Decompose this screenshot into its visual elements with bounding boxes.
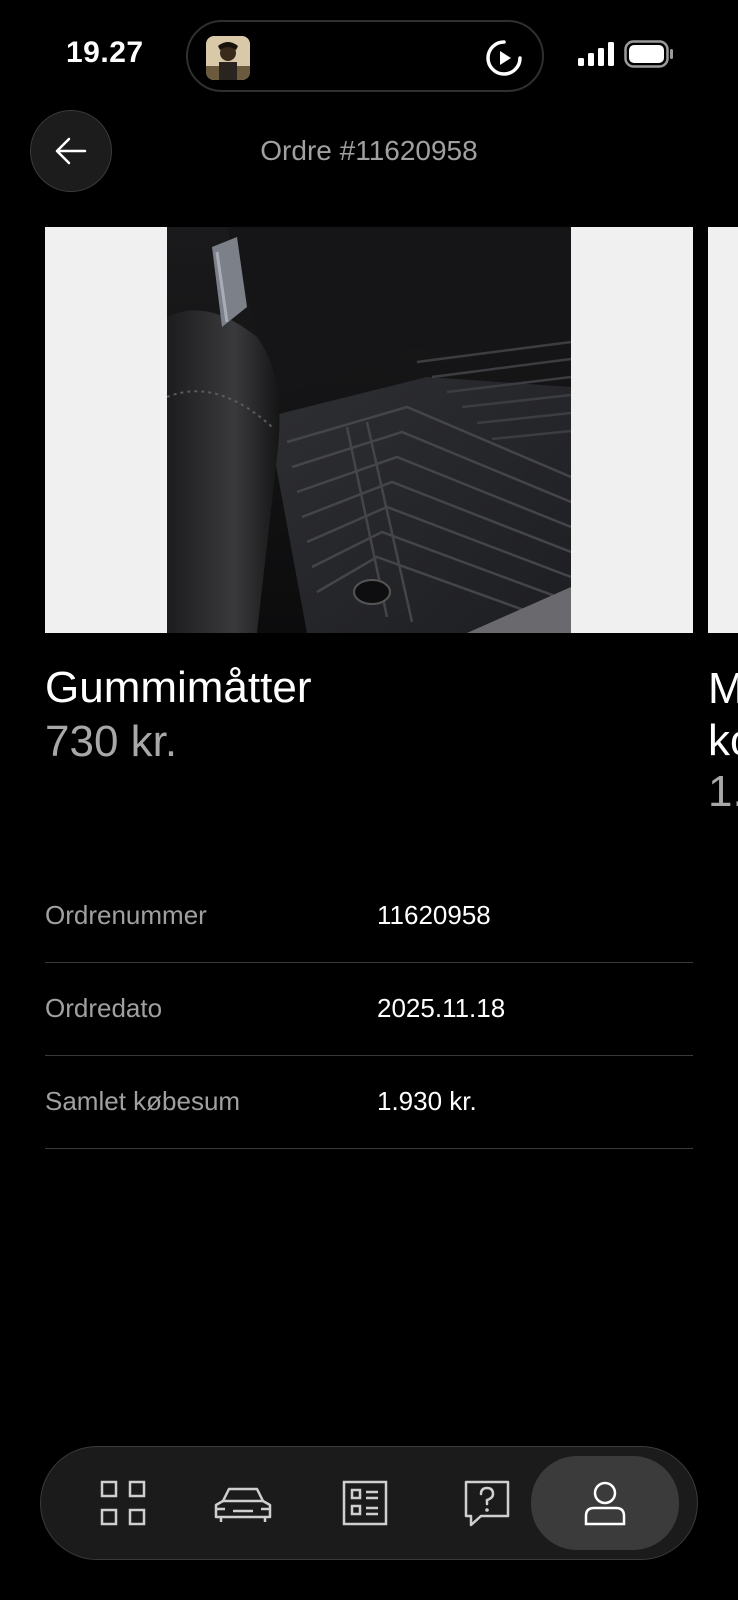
- nav-item-orders[interactable]: [305, 1459, 425, 1547]
- detail-label: Ordrenummer: [45, 900, 207, 930]
- product-name: M ko: [708, 664, 738, 765]
- page-title: Ordre #11620958: [260, 135, 478, 166]
- product-image: [708, 227, 738, 633]
- product-price: 730 kr.: [45, 717, 178, 766]
- rubber-mat-photo: [167, 227, 571, 633]
- profile-icon: [584, 1481, 626, 1526]
- product-carousel[interactable]: Gummimåtter 730 kr. M ko 1.2: [45, 227, 738, 847]
- bottom-nav: [40, 1446, 698, 1560]
- product-name: Gummimåtter: [45, 663, 312, 712]
- help-icon: [464, 1480, 510, 1527]
- dynamic-island[interactable]: [186, 20, 544, 92]
- list-icon: [342, 1480, 388, 1526]
- detail-row-order-date: Ordredato 2025.11.18: [45, 963, 693, 1056]
- play-icon[interactable]: [484, 38, 524, 78]
- product-card[interactable]: Gummimåtter 730 kr.: [45, 227, 693, 766]
- nav-item-help[interactable]: [427, 1459, 547, 1547]
- detail-value: 2025.11.18: [377, 993, 506, 1023]
- detail-row-total: Samlet købesum 1.930 kr.: [45, 1056, 693, 1149]
- product-image: [45, 227, 693, 633]
- nav-item-car[interactable]: [183, 1459, 303, 1547]
- nav-item-home[interactable]: [63, 1459, 183, 1547]
- detail-value: 11620958: [377, 900, 491, 930]
- detail-value: 1.930 kr.: [377, 1086, 477, 1116]
- product-price: 1.2: [708, 767, 738, 816]
- grid-icon: [100, 1480, 146, 1526]
- cellular-signal-icon: [578, 42, 614, 66]
- detail-row-order-number: Ordrenummer 11620958: [45, 870, 693, 963]
- status-time: 19.27: [66, 36, 144, 69]
- car-icon: [214, 1487, 272, 1522]
- nav-item-profile[interactable]: [531, 1456, 679, 1550]
- detail-label: Ordredato: [45, 993, 163, 1023]
- now-playing-artwork: [206, 36, 250, 80]
- battery-icon: [624, 40, 674, 68]
- detail-label: Samlet købesum: [45, 1086, 241, 1116]
- product-card-next[interactable]: M ko 1.2: [708, 227, 738, 847]
- order-details: Ordrenummer 11620958 Ordredato 2025.11.1…: [45, 870, 693, 1149]
